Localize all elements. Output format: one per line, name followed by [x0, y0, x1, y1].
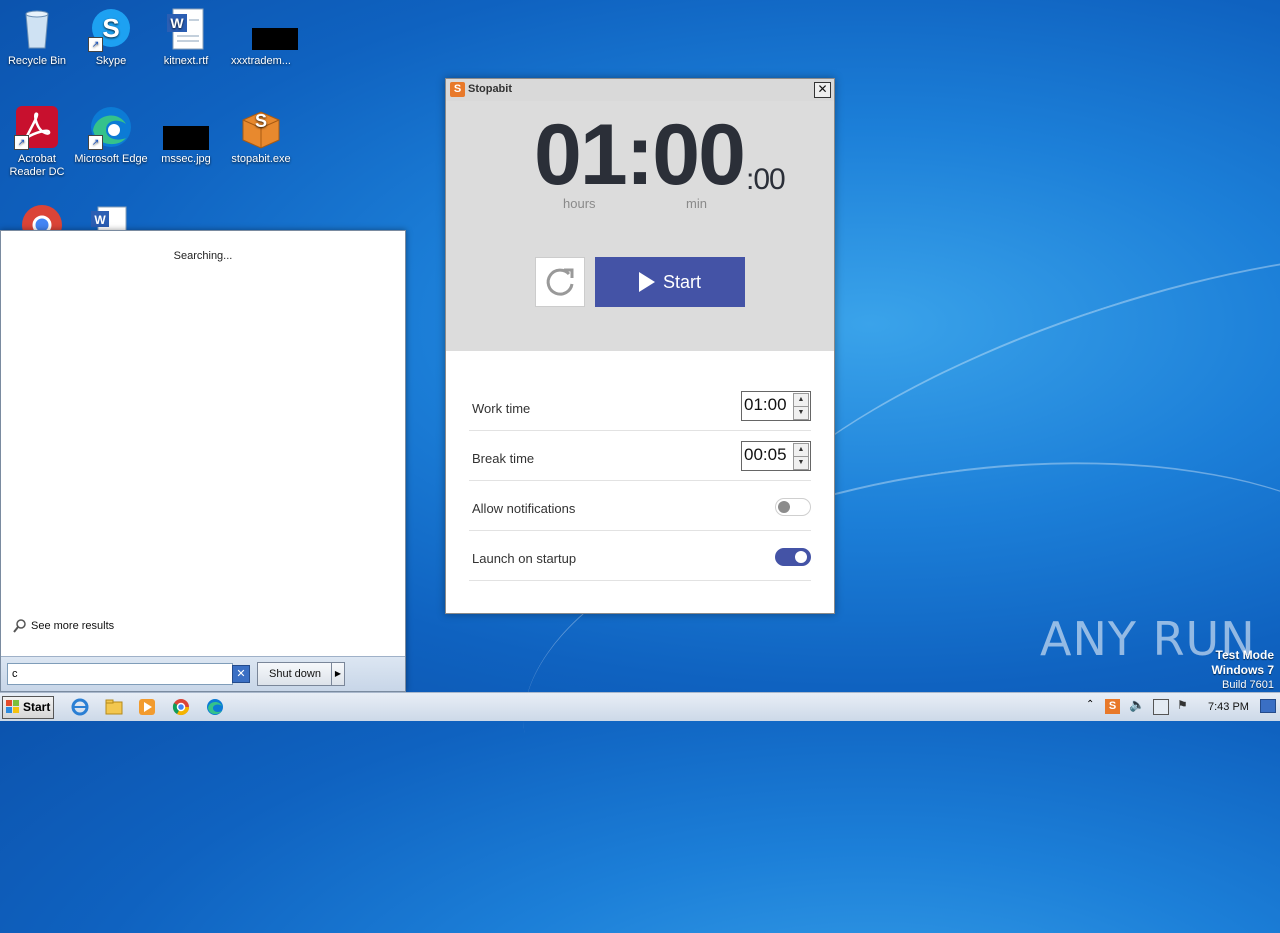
os-name-label: Windows 7	[1211, 663, 1274, 677]
spin-up-icon[interactable]: ▲	[793, 443, 809, 457]
spin-down-icon[interactable]: ▼	[793, 456, 809, 470]
build-label: Build 7601	[1222, 679, 1274, 691]
launch-on-startup-label: Launch on startup	[472, 551, 577, 566]
window-title: Stopabit	[468, 83, 512, 95]
toggle-knob	[778, 501, 790, 513]
break-time-label: Break time	[472, 451, 535, 466]
work-time-row: Work time 01:00 ▲ ▼	[469, 381, 811, 431]
shortcut-arrow-icon: ↗	[88, 37, 103, 52]
redacted-file-icon	[238, 6, 298, 52]
desktop-icon-label: stopabit.exe	[231, 153, 291, 165]
timer-display: 01:00	[534, 107, 746, 203]
chrome-icon[interactable]	[172, 698, 190, 716]
see-more-results-label: See more results	[31, 620, 115, 632]
allow-notifications-row: Allow notifications	[469, 481, 811, 531]
launch-on-startup-toggle[interactable]	[775, 548, 811, 566]
stopabit-window: S Stopabit ✕ 01:00 :00 hours min Start W…	[445, 78, 835, 614]
start-button-label: Start	[662, 271, 701, 292]
unit-min-label: min	[686, 196, 707, 211]
spin-up-icon[interactable]: ▲	[793, 393, 809, 407]
search-status-text: Searching...	[173, 250, 233, 262]
work-time-stepper[interactable]: 01:00 ▲ ▼	[741, 391, 811, 421]
edge-icon: ↗	[88, 104, 134, 150]
file-explorer-icon[interactable]	[105, 698, 123, 716]
launch-on-startup-row: Launch on startup	[469, 531, 811, 581]
see-more-results-link[interactable]: See more results	[13, 619, 114, 633]
clear-search-icon[interactable]: ✕	[232, 665, 250, 683]
break-time-value[interactable]: 00:05	[744, 445, 787, 465]
desktop-icon-edge[interactable]: ↗ Microsoft Edge	[74, 104, 148, 166]
redacted-image-icon	[163, 104, 209, 150]
work-time-value[interactable]: 01:00	[744, 395, 787, 415]
svg-text:S: S	[255, 111, 267, 131]
tray-show-hidden-icon[interactable]: ⌃	[1086, 699, 1094, 710]
timer-seconds: :00	[746, 163, 786, 196]
allow-notifications-toggle[interactable]	[775, 498, 811, 516]
windows-flag-icon	[6, 700, 19, 713]
desktop-icon-xxxtradem[interactable]: xxxtradem...	[224, 6, 298, 68]
break-time-row: Break time 00:05 ▲ ▼	[469, 431, 811, 481]
edge-taskbar-icon[interactable]	[206, 698, 224, 716]
shut-down-options-arrow-icon[interactable]: ▶	[331, 662, 345, 686]
svg-text:W: W	[170, 15, 184, 31]
allow-notifications-label: Allow notifications	[472, 501, 576, 516]
desktop-icon-recycle-bin[interactable]: Recycle Bin	[0, 6, 74, 68]
word-document-partial-icon: W	[88, 205, 132, 231]
word-document-icon: W	[163, 6, 209, 52]
desktop-icon-label: kitnext.rtf	[163, 55, 209, 67]
acrobat-icon: ↗	[14, 104, 60, 150]
desktop-icon-mssec-jpg[interactable]: mssec.jpg	[149, 104, 223, 166]
start-label: Start	[23, 700, 51, 714]
start-button-taskbar[interactable]: Start	[2, 696, 54, 719]
show-desktop-icon[interactable]	[1260, 699, 1276, 713]
toggle-knob	[795, 551, 807, 563]
desktop-icon-label: Microsoft Edge	[74, 153, 148, 165]
desktop-icon-label: xxxtradem...	[231, 55, 291, 67]
spin-down-icon[interactable]: ▼	[793, 406, 809, 420]
reset-icon	[546, 268, 574, 296]
window-titlebar[interactable]: S Stopabit ✕	[446, 79, 834, 101]
recycle-bin-icon	[14, 6, 60, 52]
desktop-icon-label: Acrobat Reader DC	[9, 153, 65, 178]
desktop-icon-skype[interactable]: S ↗ Skype	[74, 6, 148, 68]
taskbar-clock[interactable]: 7:43 PM	[1208, 701, 1249, 713]
close-button[interactable]: ✕	[814, 82, 831, 98]
start-button[interactable]: Start	[595, 257, 745, 307]
shortcut-arrow-icon: ↗	[88, 135, 103, 150]
chrome-partial-icon	[20, 203, 64, 231]
stopabit-app-icon: S	[450, 82, 465, 97]
break-time-stepper[interactable]: 00:05 ▲ ▼	[741, 441, 811, 471]
desktop-icon-label: Recycle Bin	[7, 55, 67, 67]
skype-icon: S ↗	[88, 6, 134, 52]
search-icon	[13, 619, 26, 633]
stopabit-installer-icon: S	[238, 104, 284, 150]
internet-explorer-icon[interactable]	[71, 698, 89, 716]
network-icon[interactable]	[1153, 699, 1169, 715]
shut-down-button[interactable]: Shut down	[257, 662, 333, 686]
play-icon	[638, 272, 655, 292]
test-mode-label: Test Mode	[1215, 648, 1274, 662]
desktop-icon-label: Skype	[95, 55, 127, 67]
svg-text:W: W	[94, 213, 106, 227]
reset-button[interactable]	[535, 257, 585, 307]
stopabit-tray-icon[interactable]: S	[1105, 699, 1120, 714]
timer-panel: 01:00 :00 hours min Start	[446, 101, 834, 351]
shortcut-arrow-icon: ↗	[14, 135, 29, 150]
test-mode-notice: Test Mode Windows 7 Build 7601	[1211, 648, 1274, 692]
taskbar: Start ⌃ S 🔈 ⚑ 7:43 PM	[0, 692, 1280, 721]
start-menu-bottom-bar: c ✕ Shut down ▶	[1, 656, 405, 691]
desktop-icon-label: mssec.jpg	[161, 153, 211, 165]
volume-icon[interactable]: 🔈	[1129, 697, 1145, 713]
action-center-flag-icon[interactable]: ⚑	[1177, 698, 1188, 712]
desktop-icon-stopabit-exe[interactable]: S stopabit.exe	[224, 104, 298, 166]
media-player-icon[interactable]	[138, 698, 156, 716]
work-time-label: Work time	[472, 401, 531, 416]
start-search-input[interactable]: c	[7, 663, 233, 685]
unit-hours-label: hours	[563, 196, 596, 211]
desktop-icon-acrobat[interactable]: ↗ Acrobat Reader DC	[0, 104, 74, 179]
svg-text:S: S	[102, 13, 119, 43]
desktop-icon-kitnext-rtf[interactable]: W kitnext.rtf	[149, 6, 223, 68]
start-menu: Searching... See more results c ✕ Shut d…	[0, 230, 406, 692]
